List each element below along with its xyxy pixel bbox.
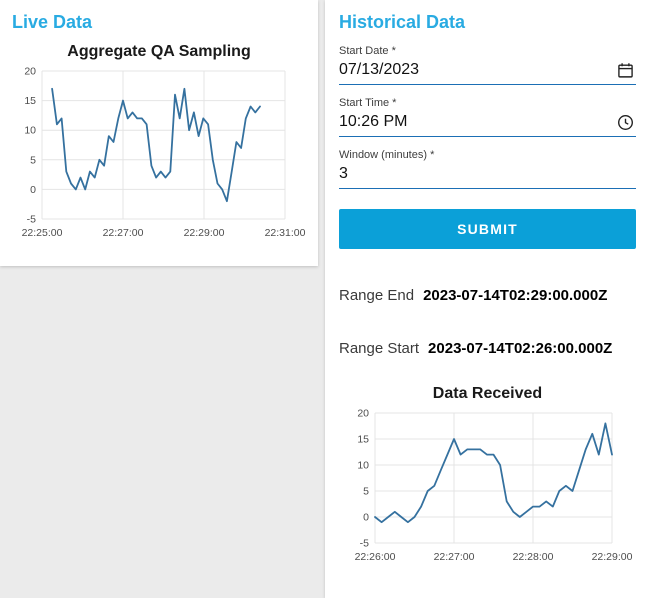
start-date-input[interactable]: 07/13/2023 xyxy=(339,59,636,85)
svg-text:15: 15 xyxy=(24,95,36,107)
svg-text:-5: -5 xyxy=(360,538,369,550)
submit-button[interactable]: SUBMIT xyxy=(339,209,636,249)
svg-text:22:25:00: 22:25:00 xyxy=(22,227,63,239)
svg-text:22:29:00: 22:29:00 xyxy=(592,551,633,563)
svg-text:5: 5 xyxy=(363,486,369,498)
svg-text:0: 0 xyxy=(30,184,36,196)
range-start-row: Range Start 2023-07-14T02:26:00.000Z xyxy=(339,340,636,357)
range-start-label: Range Start xyxy=(339,340,420,357)
range-end-label: Range End xyxy=(339,287,415,304)
svg-text:22:27:00: 22:27:00 xyxy=(103,227,144,239)
start-date-field: Start Date * 07/13/2023 xyxy=(339,45,636,85)
range-end-row: Range End 2023-07-14T02:29:00.000Z xyxy=(339,287,636,304)
svg-text:22:28:00: 22:28:00 xyxy=(513,551,554,563)
svg-text:22:29:00: 22:29:00 xyxy=(184,227,225,239)
svg-text:20: 20 xyxy=(24,66,36,78)
svg-text:0: 0 xyxy=(363,512,369,524)
start-time-label: Start Time * xyxy=(339,97,397,109)
live-data-panel: Live Data Aggregate QA Sampling -5 0 5 10 15… xyxy=(0,0,318,266)
window-minutes-label: Window (minutes) * xyxy=(339,149,435,161)
svg-text:22:31:00: 22:31:00 xyxy=(265,227,306,239)
calendar-icon[interactable] xyxy=(617,62,634,79)
received-chart-title: Data Received xyxy=(432,385,543,402)
window-minutes-input[interactable]: 3 xyxy=(339,163,636,189)
start-date-value[interactable]: 07/13/2023 xyxy=(339,61,419,79)
live-chart-title: Aggregate QA Sampling xyxy=(67,43,251,60)
start-time-value[interactable]: 10:26 PM xyxy=(339,113,407,131)
start-date-label: Start Date * xyxy=(339,45,396,57)
svg-text:22:27:00: 22:27:00 xyxy=(434,551,475,563)
range-end-value: 2023-07-14T02:29:00.000Z xyxy=(423,287,608,304)
svg-text:15: 15 xyxy=(357,434,369,446)
received-chart: -5 0 5 10 15 20 22:26:00 22:27:00 22:28:00 22:29:… xyxy=(339,405,639,573)
start-time-input[interactable]: 10:26 PM xyxy=(339,111,636,137)
svg-text:10: 10 xyxy=(357,460,369,472)
svg-text:-5: -5 xyxy=(27,214,36,226)
clock-icon[interactable] xyxy=(617,114,634,131)
historical-data-title: Historical Data xyxy=(339,12,466,32)
svg-text:5: 5 xyxy=(30,154,36,166)
live-data-title: Live Data xyxy=(12,12,93,32)
svg-text:20: 20 xyxy=(357,408,369,420)
live-chart: -5 0 5 10 15 20 22:25:00 22:27:00 22:29:00 22:31:… xyxy=(6,63,312,249)
range-start-value: 2023-07-14T02:26:00.000Z xyxy=(428,340,613,357)
historical-data-panel: Historical Data Start Date * 07/13/2023 … xyxy=(325,0,650,598)
svg-text:10: 10 xyxy=(24,125,36,137)
svg-text:22:26:00: 22:26:00 xyxy=(355,551,396,563)
window-minutes-field: Window (minutes) * 3 xyxy=(339,149,636,189)
window-minutes-value[interactable]: 3 xyxy=(339,165,348,183)
start-time-field: Start Time * 10:26 PM xyxy=(339,97,636,137)
